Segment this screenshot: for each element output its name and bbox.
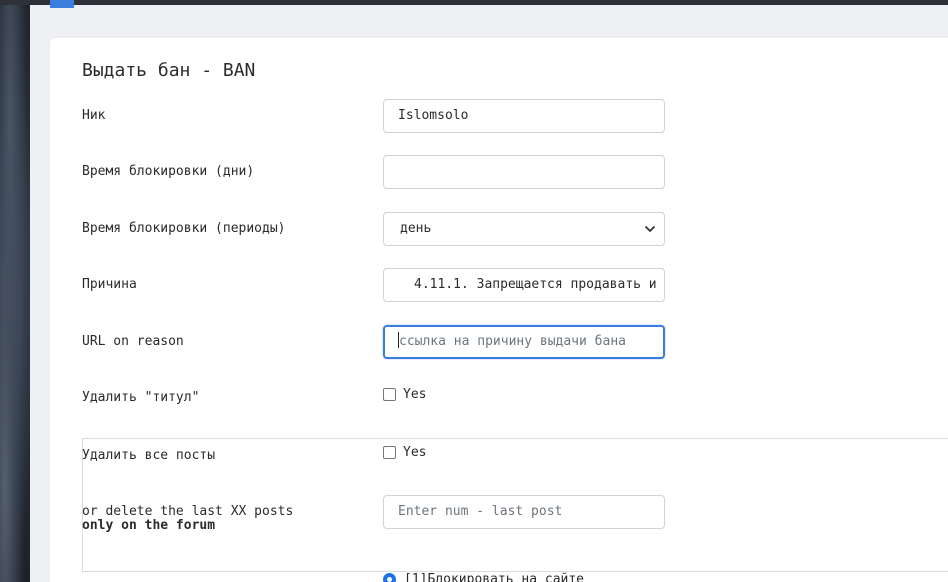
url-reason-label: URL on reason (82, 334, 184, 349)
remove-title-option[interactable]: Yes (383, 386, 426, 402)
reason-selected: 4.11.1. Запрещается продавать и (414, 277, 657, 292)
ban-period-select[interactable]: день (383, 212, 665, 246)
delete-last-sublabel: only on the forum (82, 518, 216, 533)
nick-input[interactable]: Islomsolo (383, 99, 665, 133)
delete-posts-option[interactable]: Yes (383, 444, 426, 460)
ban-period-label: Время блокировки (периоды) (82, 221, 286, 236)
ban-period-selected: день (400, 221, 432, 236)
remove-title-yes-label[interactable]: Yes (403, 387, 426, 402)
block-on-site-label[interactable]: [1]Блокировать на сайте (404, 572, 584, 582)
page-title: Выдать бан - BAN (82, 60, 256, 81)
nick-value: Islomsolo (398, 108, 469, 123)
block-on-site-option[interactable]: [1]Блокировать на сайте (383, 572, 584, 582)
nick-label: Ник (82, 108, 106, 123)
url-reason-placeholder: ссылка на причину выдачи бана (399, 334, 626, 349)
delete-posts-yes-label[interactable]: Yes (403, 445, 426, 460)
ban-days-input[interactable] (383, 155, 665, 189)
reason-select[interactable]: 4.11.1. Запрещается продавать и (383, 268, 665, 302)
delete-last-placeholder: Enter num - last post (398, 504, 563, 519)
delete-posts-label: Удалить все посты (82, 448, 216, 463)
ban-days-label: Время блокировки (дни) (82, 164, 255, 179)
reason-label: Причина (82, 277, 137, 292)
active-nav-indicator (50, 0, 74, 8)
chevron-down-icon (645, 226, 655, 232)
url-reason-input[interactable]: ссылка на причину выдачи бана (383, 325, 665, 359)
delete-last-input[interactable]: Enter num - last post (383, 495, 665, 529)
delete-last-label: or delete the last XX posts (82, 504, 294, 519)
remove-title-checkbox[interactable] (383, 387, 396, 401)
block-on-site-radio[interactable] (383, 573, 396, 582)
top-navbar (0, 0, 948, 5)
remove-title-label: Удалить "титул" (82, 390, 200, 405)
delete-posts-checkbox[interactable] (383, 445, 396, 459)
background-artwork (0, 5, 30, 582)
